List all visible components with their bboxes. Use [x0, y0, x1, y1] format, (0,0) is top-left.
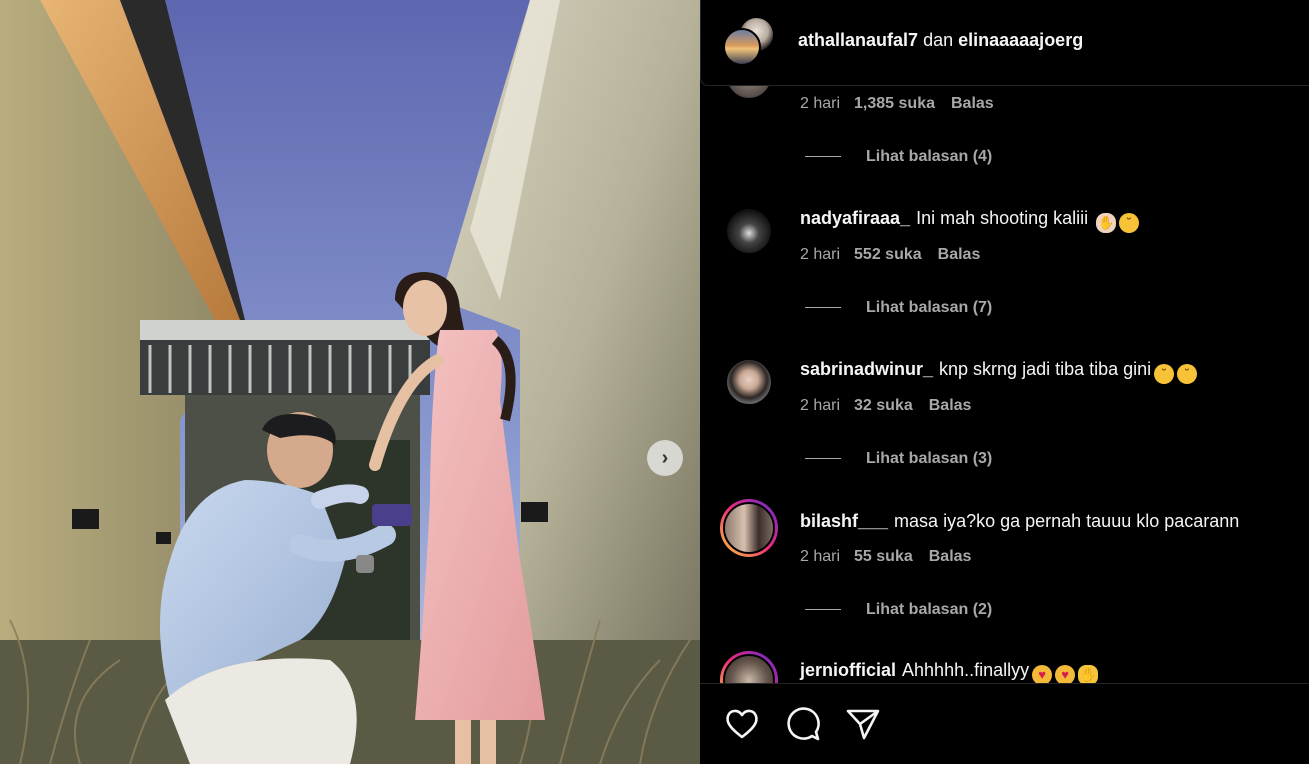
comment-body: Ini mah shooting kaliii [916, 208, 1089, 228]
avatar-story-ring[interactable] [720, 499, 778, 557]
comment-text: jerniofficial Ahhhhh..finallyy ♥ ♥ ✋ [800, 659, 1099, 683]
crying-emoji-icon: ˘ [1119, 213, 1140, 233]
comment-username[interactable]: jerniofficial [800, 660, 896, 680]
heart-eyes-emoji-icon: ♥ [1032, 665, 1053, 683]
comment-likes[interactable]: 32 suka [854, 397, 913, 414]
comment-time: 2 hari [800, 548, 841, 565]
comments-list[interactable]: 2 hari 1,385 suka Balas Lihat balasan (4) … [700, 86, 1309, 683]
comment-meta: 2 hari 55 suka Balas [800, 548, 971, 566]
post-photo: › [0, 0, 700, 764]
view-replies-label: Lihat balasan (3) [866, 450, 993, 467]
comments-panel: 2 hari 1,385 suka Balas Lihat balasan (4) … [700, 0, 1309, 764]
avatar[interactable] [723, 28, 761, 66]
next-photo-button[interactable]: › [647, 440, 683, 476]
avatar[interactable] [725, 358, 773, 406]
post-authors: athallanaufal7 dan elinaaaaajoerg [798, 30, 1083, 51]
view-replies-label: Lihat balasan (2) [866, 601, 993, 618]
divider-line [805, 156, 841, 158]
comment-item: bilashf___ masa iya?ko ga pernah tauuu kl… [700, 499, 1309, 557]
comment-item: jerniofficial Ahhhhh..finallyy ♥ ♥ ✋ [700, 651, 1309, 683]
action-bar [700, 683, 1309, 764]
comment-likes[interactable]: 55 suka [854, 548, 913, 565]
comment-meta: 2 hari 32 suka Balas [800, 397, 971, 415]
reply-button[interactable]: Balas [929, 397, 972, 414]
divider-line [805, 307, 841, 309]
send-icon [846, 709, 880, 740]
share-button[interactable] [843, 704, 883, 744]
crying-emoji-icon: ˘ [1154, 364, 1175, 384]
divider-line [805, 609, 841, 611]
avatar-story-ring[interactable] [720, 651, 778, 683]
comment-body: Ahhhhh..finallyy [902, 660, 1030, 680]
comment-likes[interactable]: 1,385 suka [854, 95, 935, 112]
comment-time: 2 hari [800, 95, 841, 112]
comment-time: 2 hari [800, 397, 841, 414]
reply-button[interactable]: Balas [929, 548, 972, 565]
avatar[interactable] [727, 86, 771, 98]
view-replies-label: Lihat balasan (4) [866, 148, 993, 165]
comment-item: sabrinadwinur_ knp skrng jadi tiba tiba g… [700, 358, 1309, 406]
post-image [0, 0, 700, 764]
comment-body: knp skrng jadi tiba tiba gini [939, 359, 1152, 379]
reply-button[interactable]: Balas [938, 246, 981, 263]
divider-line [805, 458, 841, 460]
view-replies-button[interactable]: Lihat balasan (7) [805, 299, 992, 317]
post-header: athallanaufal7 dan elinaaaaajoerg [700, 0, 1309, 86]
crying-emoji-icon: ˘ [1177, 364, 1198, 384]
comment-likes[interactable]: 552 suka [854, 246, 922, 263]
hand-emoji-icon: ✋ [1096, 213, 1117, 233]
view-replies-button[interactable]: Lihat balasan (4) [805, 148, 992, 166]
heart-eyes-emoji-icon: ♥ [1055, 665, 1076, 683]
view-replies-button[interactable]: Lihat balasan (3) [805, 450, 992, 468]
comment-item: nadyafiraaa_ Ini mah shooting kaliii ✋ ˘ [700, 207, 1309, 255]
comment-username[interactable]: bilashf___ [800, 511, 888, 531]
comment-text: sabrinadwinur_ knp skrng jadi tiba tiba g… [800, 358, 1198, 384]
comment-text: nadyafiraaa_ Ini mah shooting kaliii ✋ ˘ [800, 207, 1140, 233]
avatar[interactable] [725, 207, 773, 255]
comment-time: 2 hari [800, 246, 841, 263]
comment-body: masa iya?ko ga pernah tauuu klo pacarann [894, 511, 1240, 531]
comment-username[interactable]: nadyafiraaa_ [800, 208, 910, 228]
clap-emoji-icon: ✋ [1078, 665, 1099, 683]
comment-meta: 2 hari 1,385 suka Balas [800, 95, 994, 113]
comment-icon [787, 707, 820, 741]
comment-text: bilashf___ masa iya?ko ga pernah tauuu kl… [800, 510, 1239, 532]
author-username[interactable]: athallanaufal7 [798, 30, 918, 50]
author-username[interactable]: elinaaaaajoerg [958, 30, 1083, 50]
heart-icon [726, 709, 758, 739]
like-button[interactable] [722, 704, 762, 744]
comment-meta: 2 hari 552 suka Balas [800, 246, 980, 264]
reply-button[interactable]: Balas [951, 95, 994, 112]
chevron-right-icon: › [661, 446, 669, 469]
comment-username[interactable]: sabrinadwinur_ [800, 359, 933, 379]
comment-button[interactable] [783, 704, 823, 744]
conjunction-text: dan [923, 30, 954, 50]
view-replies-label: Lihat balasan (7) [866, 299, 993, 316]
view-replies-button[interactable]: Lihat balasan (2) [805, 601, 992, 619]
